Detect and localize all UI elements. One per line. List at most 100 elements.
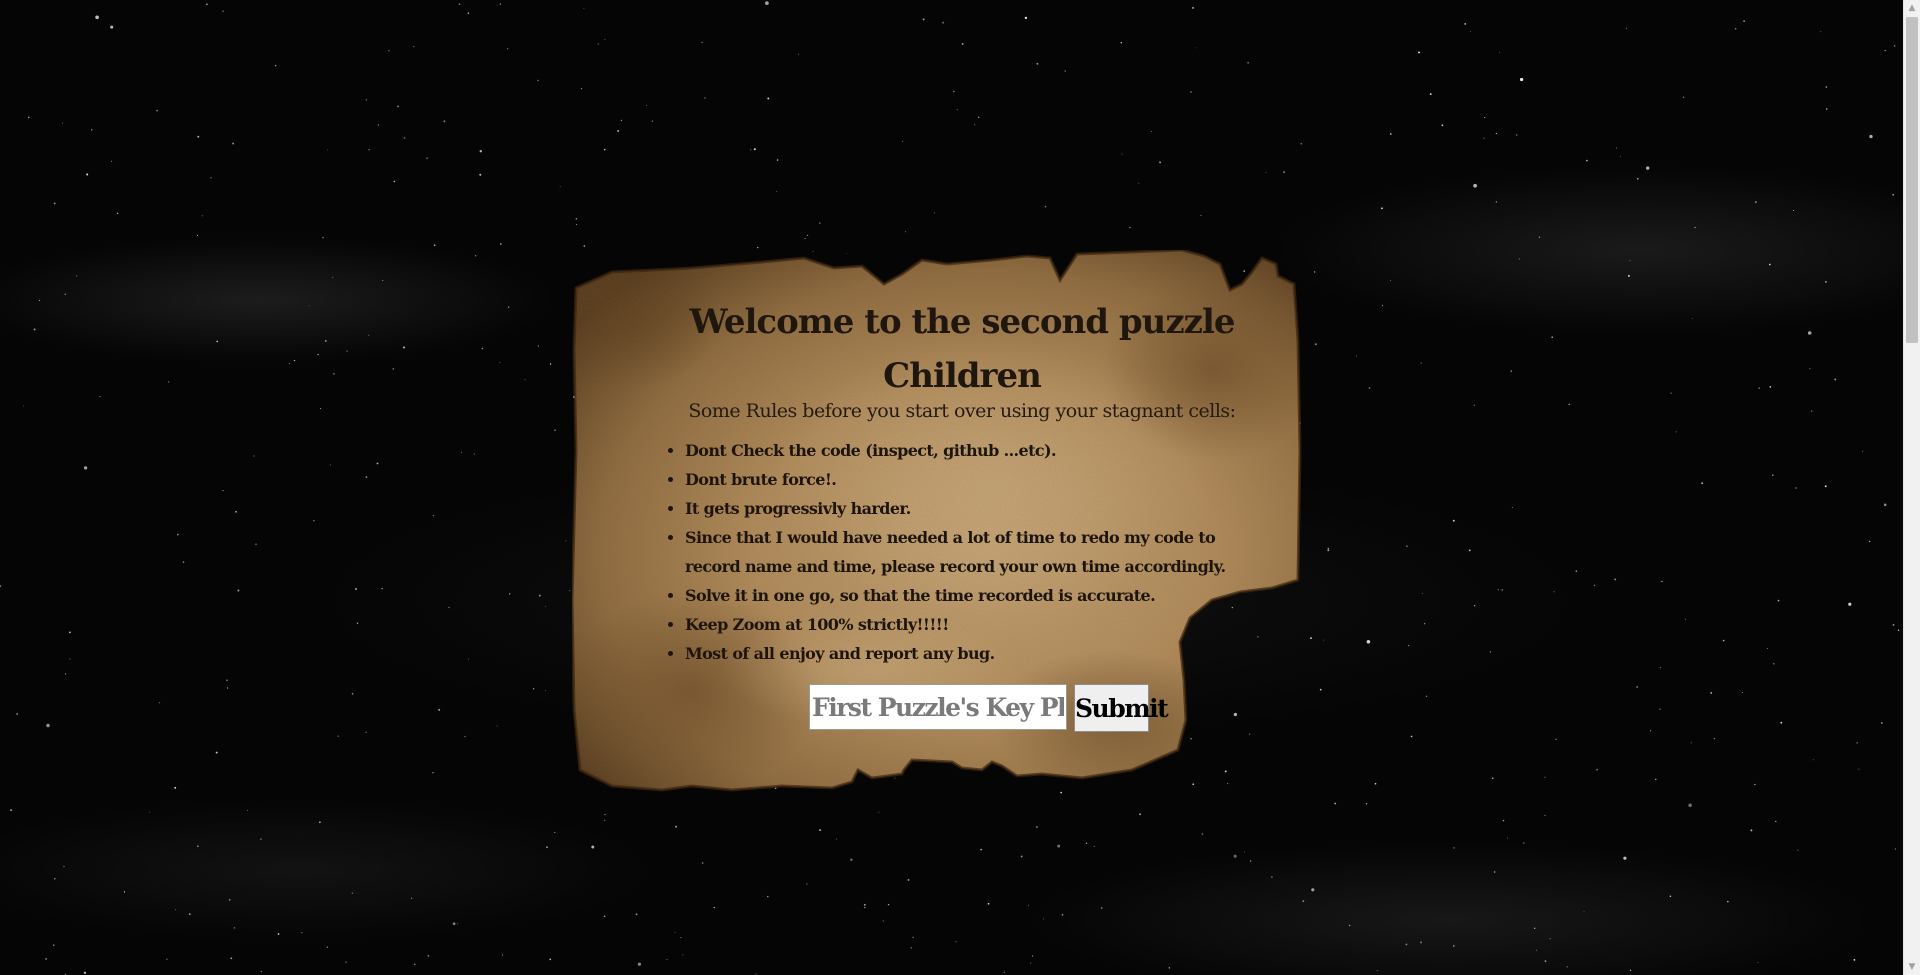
star	[1754, 783, 1756, 786]
star	[215, 751, 218, 754]
star	[382, 279, 384, 282]
star	[1501, 589, 1503, 591]
star	[902, 140, 904, 142]
star	[1473, 183, 1477, 188]
star	[674, 931, 676, 933]
star	[413, 963, 416, 966]
star	[45, 958, 47, 960]
star	[0, 585, 2, 587]
star	[397, 105, 399, 108]
star	[499, 3, 502, 5]
star	[1249, 860, 1252, 862]
star	[1468, 549, 1471, 552]
star	[1518, 258, 1520, 260]
star	[260, 838, 262, 840]
star	[704, 97, 706, 99]
rule-item: Dont brute force!.	[685, 465, 1235, 494]
star	[319, 821, 321, 824]
star	[46, 723, 50, 728]
star	[1544, 960, 1547, 962]
star	[646, 105, 648, 107]
star	[537, 345, 540, 347]
star	[1389, 133, 1392, 135]
star	[197, 845, 199, 847]
star	[474, 255, 477, 257]
star	[1499, 52, 1501, 54]
triangle-down-icon[interactable]: ▼	[1904, 959, 1920, 975]
star	[933, 212, 935, 214]
star	[767, 895, 769, 898]
star	[365, 731, 367, 734]
star	[1348, 924, 1351, 927]
star	[1734, 27, 1737, 30]
star	[255, 543, 257, 545]
star	[507, 306, 510, 308]
star	[713, 906, 715, 909]
star	[329, 464, 331, 466]
star	[188, 913, 191, 915]
star	[16, 713, 18, 715]
star	[403, 346, 405, 349]
star	[33, 328, 36, 331]
star	[804, 237, 806, 240]
star	[583, 8, 585, 10]
star	[1195, 47, 1197, 49]
star	[1809, 368, 1811, 370]
star	[1441, 124, 1444, 127]
star	[1769, 386, 1772, 388]
star	[1636, 177, 1639, 180]
star	[907, 878, 910, 881]
star	[1670, 392, 1672, 394]
star	[603, 915, 606, 918]
star	[1474, 605, 1476, 607]
star	[1690, 742, 1692, 744]
star	[1757, 961, 1759, 963]
star	[1710, 691, 1713, 694]
star	[481, 347, 484, 350]
star	[326, 946, 328, 948]
star	[1661, 580, 1663, 583]
star	[205, 3, 208, 6]
star	[1244, 851, 1245, 853]
star	[776, 159, 779, 161]
star	[1120, 42, 1123, 44]
star	[1620, 156, 1621, 158]
star	[1893, 45, 1896, 47]
star	[432, 514, 435, 517]
star	[479, 173, 482, 176]
star	[1425, 695, 1428, 698]
star	[1003, 971, 1006, 974]
page-viewport: Welcome to the second puzzle Children So…	[0, 0, 1903, 975]
star	[10, 809, 13, 812]
star	[210, 177, 212, 179]
star	[524, 379, 526, 381]
star	[237, 589, 240, 592]
star	[1568, 403, 1570, 405]
star	[1883, 503, 1887, 507]
puzzle-key-input[interactable]	[809, 684, 1067, 730]
star	[1032, 955, 1034, 957]
star	[580, 88, 583, 90]
scrollbar-thumb[interactable]	[1906, 17, 1918, 343]
star	[507, 48, 509, 50]
submit-button[interactable]: Submit	[1074, 684, 1169, 732]
star	[319, 408, 322, 410]
star	[797, 53, 800, 55]
star	[905, 231, 907, 233]
vertical-scrollbar[interactable]: ▲ ▼	[1903, 0, 1920, 975]
rule-item: Since that I would have needed a lot of …	[685, 523, 1235, 581]
star	[376, 462, 379, 465]
star	[324, 339, 327, 342]
star	[301, 932, 303, 934]
triangle-up-icon[interactable]: ▲	[1904, 0, 1920, 16]
star	[806, 883, 808, 885]
star	[559, 186, 561, 188]
star	[1502, 819, 1505, 822]
star	[90, 129, 93, 131]
star	[438, 708, 441, 711]
star	[175, 909, 177, 911]
star	[1825, 86, 1828, 88]
star	[864, 906, 866, 909]
star	[1629, 969, 1632, 971]
star	[467, 12, 470, 14]
